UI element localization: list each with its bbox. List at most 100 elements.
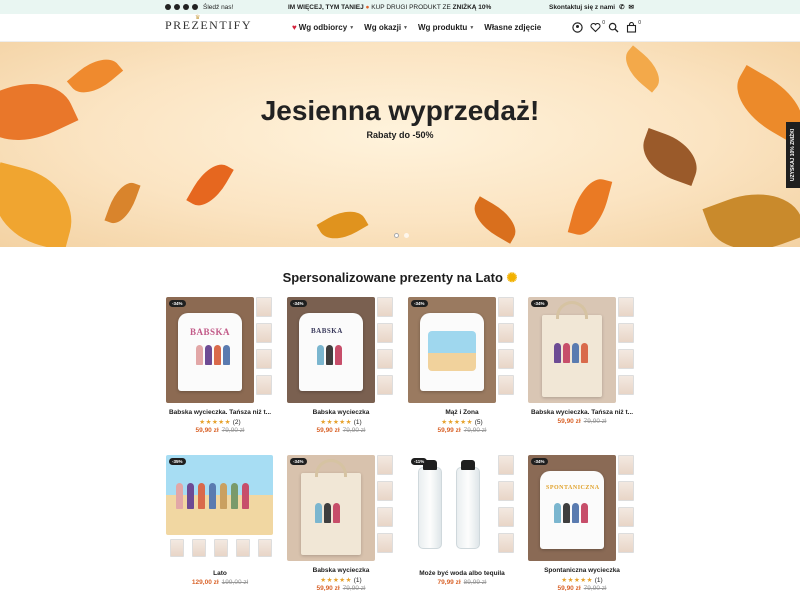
product-image[interactable]: -34% [287, 455, 375, 561]
cart-icon[interactable]: 0 [626, 20, 641, 33]
tshirt-graphic: SPONTANICZNA [540, 471, 604, 549]
thumbnail[interactable] [258, 539, 272, 557]
heart-icon: ♥ [292, 23, 297, 32]
slider-dot[interactable] [394, 233, 399, 238]
thumbnail[interactable] [236, 539, 250, 557]
product-image[interactable]: SPONTANICZNA -34% [528, 455, 616, 561]
thumbnail[interactable] [498, 297, 514, 317]
thumbnail[interactable] [377, 323, 393, 343]
thumbnail[interactable] [618, 323, 634, 343]
tote-bag-graphic [542, 301, 602, 397]
tshirt-graphic: BABSKA [299, 313, 363, 391]
thumbnail[interactable] [256, 375, 272, 395]
thumbnail[interactable] [498, 323, 514, 343]
autumn-leaf-decoration [466, 196, 524, 244]
thumbnail[interactable] [618, 375, 634, 395]
discount-side-tab[interactable]: UZYSKAJ 10% ZNIŻKI [786, 122, 800, 188]
product-title[interactable]: Babska wycieczka. Tańsza niż t... [166, 409, 274, 416]
pinterest-icon[interactable] [174, 4, 180, 10]
old-price: 79,90 zł [463, 427, 487, 434]
thumbnail[interactable] [192, 539, 206, 557]
product-title[interactable]: Babska wycieczka. Tańsza niż t... [528, 409, 636, 416]
thumbnail[interactable] [618, 297, 634, 317]
thumbnail[interactable] [618, 481, 634, 501]
logo[interactable]: ♛ PREZENTIFY [165, 15, 252, 33]
promo-discount: ZNIŻKĄ 10% [452, 3, 492, 11]
autumn-leaf-decoration [0, 162, 83, 247]
nav-by-occasion[interactable]: Wg okazji ▼ [364, 23, 408, 32]
product-title[interactable]: Mąż i Żona [408, 409, 516, 416]
contact-link[interactable]: Skontaktuj się z nami ✆ ✉ [549, 3, 634, 12]
product-title[interactable]: Spontaniczna wycieczka [528, 567, 636, 574]
thumbnail-strip [377, 297, 395, 395]
rating: ★★★★★ (1) [287, 576, 395, 584]
thumbnail[interactable] [618, 349, 634, 369]
thumbnail[interactable] [377, 455, 393, 475]
thumbnail[interactable] [618, 507, 634, 527]
product-image[interactable]: BABSKA -34% [287, 297, 375, 403]
phone-icon: ✆ [619, 4, 625, 11]
tote-bag-graphic [301, 459, 361, 555]
thumbnail[interactable] [377, 375, 393, 395]
thumbnail[interactable] [618, 533, 634, 553]
product-image[interactable]: -34% [408, 297, 496, 403]
thumbnail[interactable] [498, 349, 514, 369]
old-price: 79,90 zł [583, 585, 607, 592]
thumbnail[interactable] [256, 297, 272, 317]
figures [317, 345, 342, 365]
crown-icon: ♛ [195, 15, 202, 21]
hero-subtitle: Rabaty do -50% [366, 130, 434, 140]
autumn-leaf-decoration [702, 178, 800, 247]
thumbnail[interactable] [377, 349, 393, 369]
autumn-leaf-decoration [617, 45, 668, 93]
thumbnail-strip [377, 455, 395, 553]
thumbnail[interactable] [498, 375, 514, 395]
instagram-icon[interactable] [183, 4, 189, 10]
slider-dot[interactable] [404, 233, 409, 238]
thumbnail[interactable] [377, 481, 393, 501]
search-icon[interactable] [608, 22, 619, 33]
account-icon[interactable] [572, 22, 583, 33]
rating: ★★★★★ (5) [408, 418, 516, 426]
product-title[interactable]: Babska wycieczka [287, 409, 395, 416]
product-title[interactable]: Może być woda albo tequila [408, 570, 516, 577]
nav-label: Własne zdjęcie [484, 23, 542, 32]
rating-count: (1) [594, 577, 603, 584]
thumbnail[interactable] [170, 539, 184, 557]
autumn-leaf-decoration [186, 156, 234, 214]
figures [554, 503, 588, 523]
product-image[interactable]: -11% [408, 455, 496, 561]
rating: ★★★★★ (1) [528, 576, 636, 584]
thumbnail[interactable] [498, 455, 514, 475]
thumbnail[interactable] [498, 533, 514, 553]
hero-banner[interactable]: Jesienna wyprzedaż! Rabaty do -50% [0, 42, 800, 247]
thumbnail[interactable] [618, 455, 634, 475]
tiktok-icon[interactable] [192, 4, 198, 10]
thumbnail[interactable] [377, 507, 393, 527]
product-image[interactable]: -35% [166, 455, 273, 535]
thumbnail[interactable] [256, 323, 272, 343]
product-image[interactable]: -34% [528, 297, 616, 403]
product-title[interactable]: Lato [166, 570, 274, 577]
nav-by-product[interactable]: Wg produktu ▼ [418, 23, 474, 32]
thumbnail[interactable] [377, 533, 393, 553]
bottle-graphic [456, 460, 480, 549]
sale-price: 59,90 zł [557, 585, 581, 592]
discount-badge: -35% [169, 458, 186, 465]
nav-by-recipient[interactable]: ♥ Wg odbiorcy ▼ [292, 23, 354, 32]
thumbnail[interactable] [377, 297, 393, 317]
announcement-bar: Śledź nas! IM WIĘCEJ, TYM TANIEJ ● KUP D… [0, 0, 800, 14]
autumn-leaf-decoration [316, 202, 369, 247]
price: 59,90 zł 79,90 zł [287, 585, 395, 592]
thumbnail[interactable] [498, 481, 514, 501]
thumbnail[interactable] [498, 507, 514, 527]
follow-label: Śledź nas! [203, 3, 234, 11]
nav-custom-photo[interactable]: Własne zdjęcie [484, 23, 541, 32]
product-title[interactable]: Babska wycieczka [287, 567, 395, 574]
thumbnail[interactable] [256, 349, 272, 369]
product-image[interactable]: BABSKA -34% [166, 297, 254, 403]
wishlist-icon[interactable]: 0 [590, 20, 605, 33]
thumbnail[interactable] [214, 539, 228, 557]
facebook-icon[interactable] [165, 4, 171, 10]
promo-message: IM WIĘCEJ, TYM TANIEJ ● KUP DRUGI PRODUK… [288, 4, 491, 11]
